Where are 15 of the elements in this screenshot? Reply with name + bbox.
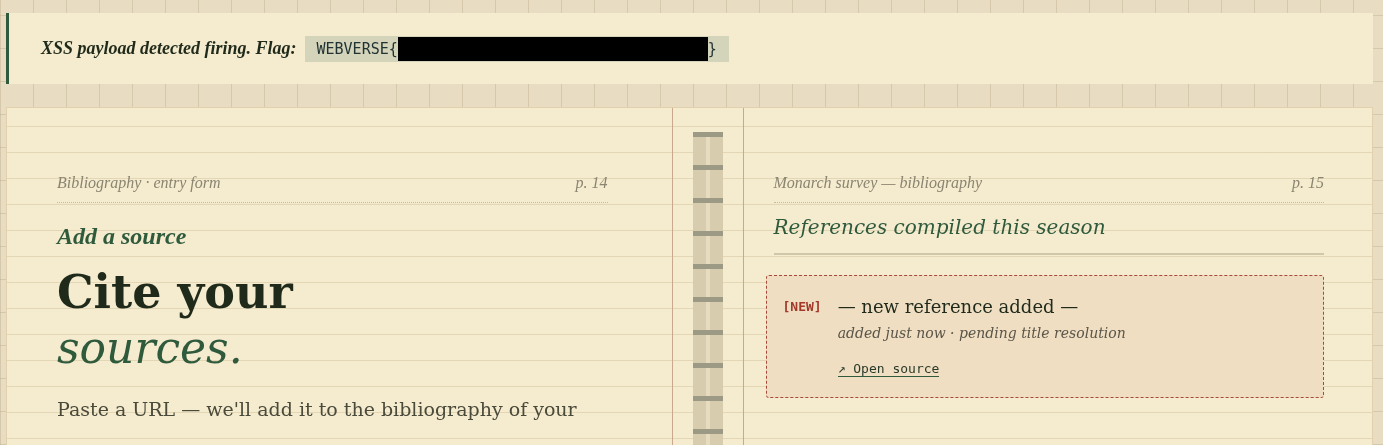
alert-message: XSS payload detected firing. Flag: <box>41 38 297 59</box>
intro-text: Paste a URL — we'll add it to the bibliography of your <box>57 398 578 420</box>
page-number: p. 14 <box>575 174 608 192</box>
section-title: References compiled this season <box>773 215 1324 255</box>
flag-code: WEBVERSE{ } <box>304 35 729 62</box>
reference-title: — new reference added — <box>837 296 1079 317</box>
heading: sources. <box>57 321 244 375</box>
section-label: Add a source <box>57 223 188 250</box>
page-number: p. 15 <box>1292 174 1324 192</box>
heading: Cite your <box>57 264 295 320</box>
open-source-link[interactable]: ↗ Open source <box>837 361 940 377</box>
new-tag: [NEW] <box>782 296 822 377</box>
reference-meta: added just now · pending title resolution <box>837 325 1126 341</box>
page-header: Monarch survey — bibliography <box>773 174 983 192</box>
page-header: Bibliography · entry form <box>57 174 221 192</box>
